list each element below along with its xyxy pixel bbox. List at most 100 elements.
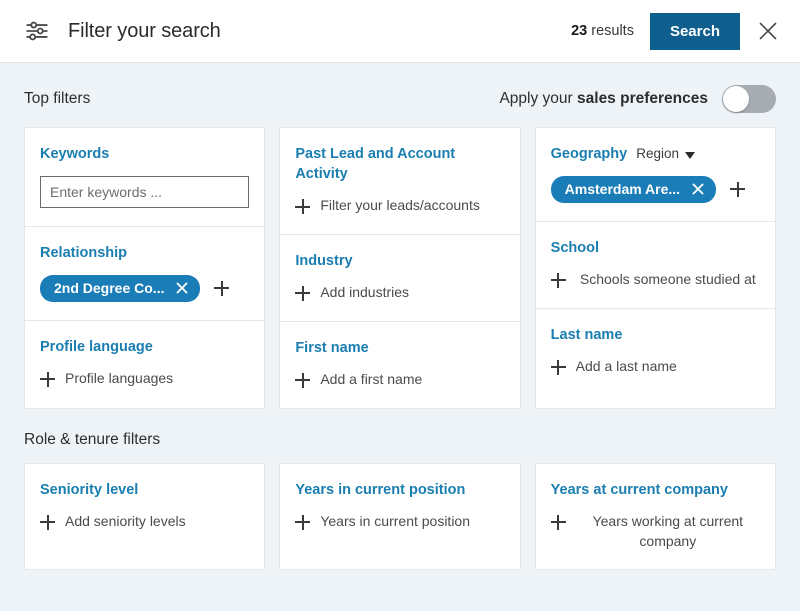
- add-filter-text: Years working at current company: [576, 512, 760, 552]
- plus-icon: [295, 515, 310, 530]
- filter-cell: School Schools someone studied at: [536, 222, 775, 309]
- add-filter-text: Add industries: [320, 283, 504, 303]
- filter-label: Relationship: [40, 243, 249, 263]
- keywords-input[interactable]: [40, 176, 249, 208]
- filter-label-text: Past Lead and Account Activity: [295, 146, 455, 182]
- add-filter-text: Add a first name: [320, 370, 504, 390]
- plus-icon: [295, 286, 310, 301]
- filter-label: Last name: [551, 325, 760, 345]
- filter-label-text: School: [551, 240, 599, 256]
- filter-label-text: Relationship: [40, 245, 127, 261]
- section-header: Top filters Apply your sales preferences: [24, 63, 776, 127]
- filter-label-text: Industry: [295, 253, 352, 269]
- filter-label: Keywords: [40, 144, 249, 164]
- filter-label-text: Profile language: [40, 339, 153, 355]
- filter-cell: Industry Add industries: [280, 235, 519, 322]
- filter-cell: Past Lead and Account Activity Filter you…: [280, 128, 519, 235]
- filter-label: Industry: [295, 251, 504, 271]
- filter-label: First name: [295, 338, 504, 358]
- filter-column: Years at current company Years working at…: [535, 463, 776, 571]
- sales-preferences-label: Apply your sales preferences: [499, 90, 708, 108]
- add-filter-row[interactable]: Add seniority levels: [40, 512, 249, 532]
- add-filter-row[interactable]: Years in current position: [295, 512, 504, 532]
- filter-label: School: [551, 238, 760, 258]
- add-filter-icon[interactable]: [214, 281, 229, 296]
- add-filter-text: Schools someone studied at: [576, 270, 760, 290]
- add-filter-text: Filter your leads/accounts: [320, 196, 504, 216]
- toggle-knob: [723, 86, 749, 112]
- add-filter-icon[interactable]: [730, 182, 745, 197]
- selected-filter-row: Amsterdam Are...: [551, 176, 760, 203]
- prefs-label-strong: sales preferences: [577, 90, 708, 107]
- filter-label: Geography Region: [551, 144, 760, 164]
- filter-label-text: Years at current company: [551, 482, 728, 498]
- plus-icon: [551, 515, 566, 530]
- add-filter-text: Profile languages: [65, 369, 249, 389]
- remove-pill-icon[interactable]: [692, 183, 704, 195]
- add-filter-row[interactable]: Add a last name: [551, 357, 760, 377]
- filter-label-text: Geography: [551, 144, 628, 164]
- filter-column: Keywords Relationship 2nd Degree Co... Prof…: [24, 127, 265, 409]
- add-filter-row[interactable]: Add industries: [295, 283, 504, 303]
- results-word: results: [591, 23, 634, 39]
- chevron-down-icon: [685, 152, 695, 159]
- filter-label: Years at current company: [551, 480, 760, 500]
- plus-icon: [295, 199, 310, 214]
- filter-label-text: Keywords: [40, 146, 109, 162]
- filter-cell: Geography Region Amsterdam Are...: [536, 128, 775, 222]
- add-filter-text: Years in current position: [320, 512, 504, 532]
- filter-column: Past Lead and Account Activity Filter you…: [279, 127, 520, 409]
- filter-label-text: Last name: [551, 327, 623, 343]
- results-number: 23: [571, 23, 587, 39]
- region-dropdown[interactable]: Region: [636, 145, 695, 164]
- filter-sections: Top filters Apply your sales preferences K…: [24, 63, 776, 570]
- filter-label: Past Lead and Account Activity: [295, 144, 504, 184]
- sales-preferences-group: Apply your sales preferences: [499, 85, 776, 113]
- filter-cell: Years at current company Years working at…: [536, 464, 775, 570]
- add-filter-row[interactable]: Profile languages: [40, 369, 249, 389]
- filter-label: Seniority level: [40, 480, 249, 500]
- filter-cell: Years in current position Years in curren…: [280, 464, 519, 550]
- filter-cell: Profile language Profile languages: [25, 321, 264, 407]
- filter-label-text: Seniority level: [40, 482, 138, 498]
- plus-icon: [40, 372, 55, 387]
- add-filter-row[interactable]: Years working at current company: [551, 512, 760, 552]
- plus-icon: [40, 515, 55, 530]
- filter-pill[interactable]: Amsterdam Are...: [551, 176, 716, 203]
- filters-body: Top filters Apply your sales preferences K…: [0, 63, 800, 611]
- close-icon[interactable]: [756, 19, 780, 43]
- section-title: Role & tenure filters: [24, 431, 160, 449]
- remove-pill-icon[interactable]: [176, 282, 188, 294]
- plus-icon: [295, 373, 310, 388]
- filter-column: Years in current position Years in curren…: [279, 463, 520, 571]
- filter-label-text: First name: [295, 340, 368, 356]
- header-left-group: Filter your search: [24, 18, 221, 44]
- filter-cell: Seniority level Add seniority levels: [25, 464, 264, 550]
- filter-grid: Seniority level Add seniority levels Years…: [24, 463, 776, 571]
- add-filter-row[interactable]: Add a first name: [295, 370, 504, 390]
- add-filter-text: Add a last name: [576, 357, 760, 377]
- section-title: Top filters: [24, 90, 90, 108]
- filter-cell: First name Add a first name: [280, 322, 519, 408]
- search-button[interactable]: Search: [650, 13, 740, 50]
- filter-pill-label: Amsterdam Are...: [565, 181, 680, 198]
- app-header: Filter your search 23 results Search: [0, 0, 800, 63]
- plus-icon: [551, 360, 566, 375]
- results-count: 23 results: [571, 23, 634, 39]
- add-filter-text: Add seniority levels: [65, 512, 249, 532]
- page-title: Filter your search: [68, 20, 221, 43]
- sales-preferences-toggle[interactable]: [722, 85, 776, 113]
- filter-label-text: Years in current position: [295, 482, 465, 498]
- plus-icon: [551, 273, 566, 288]
- filter-cell: Relationship 2nd Degree Co...: [25, 227, 264, 321]
- sliders-icon: [24, 18, 50, 44]
- filter-cell: Keywords: [25, 128, 264, 227]
- filter-label: Profile language: [40, 337, 249, 357]
- add-filter-row[interactable]: Schools someone studied at: [551, 270, 760, 290]
- filter-label: Years in current position: [295, 480, 504, 500]
- add-filter-row[interactable]: Filter your leads/accounts: [295, 196, 504, 216]
- header-right-group: 23 results Search: [571, 13, 780, 50]
- filter-pill-label: 2nd Degree Co...: [54, 280, 164, 297]
- section-header: Role & tenure filters: [24, 409, 776, 463]
- filter-pill[interactable]: 2nd Degree Co...: [40, 275, 200, 302]
